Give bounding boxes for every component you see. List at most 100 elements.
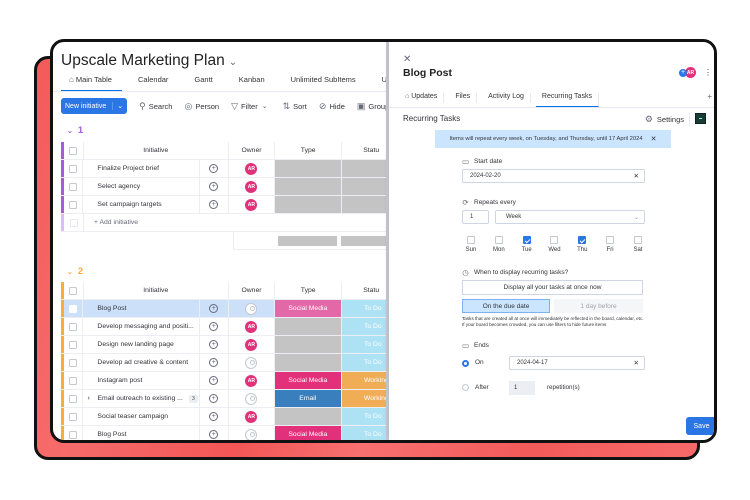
status-cell[interactable]: To Do: [341, 300, 389, 317]
column-header-status[interactable]: Statu: [342, 142, 389, 159]
tab-recurring-tasks[interactable]: Recurring Tasks: [535, 93, 599, 107]
settings-button[interactable]: ⚙ Settings: [645, 114, 684, 125]
person-filter-button[interactable]: ◎ Person: [184, 101, 219, 112]
select-all-checkbox[interactable]: [64, 282, 84, 299]
item-name[interactable]: Develop ad creative & content: [83, 354, 200, 371]
repeat-unit-select[interactable]: Week ⌄: [495, 210, 645, 224]
end-date-input[interactable]: 2024-04-17 ✕: [509, 356, 645, 370]
checkbox[interactable]: [69, 430, 78, 439]
row-checkbox[interactable]: [64, 196, 84, 213]
owner-cell[interactable]: AR: [229, 408, 275, 425]
display-all-option[interactable]: Display all your tasks at once now: [462, 280, 643, 295]
column-header-owner[interactable]: Owner: [229, 142, 275, 159]
column-header-type[interactable]: Type: [275, 282, 343, 299]
column-header-initiative[interactable]: Initiative: [84, 142, 230, 159]
checkbox[interactable]: [69, 376, 78, 385]
owner-cell[interactable]: [229, 300, 275, 317]
tab-activity-log[interactable]: Activity Log: [482, 93, 531, 103]
subscribers[interactable]: + AR: [679, 67, 696, 78]
checkbox[interactable]: [69, 164, 78, 173]
item-name[interactable]: › Email outreach to existing ... 3: [83, 390, 200, 407]
day-before-option[interactable]: 1 day before: [554, 299, 643, 313]
table-row[interactable]: Blog Post + Social Media To Do: [61, 300, 389, 318]
checkbox[interactable]: [69, 394, 78, 403]
status-cell[interactable]: To Do: [341, 318, 389, 335]
updates-cell[interactable]: +: [200, 318, 229, 335]
row-checkbox[interactable]: [64, 354, 84, 371]
chevron-down-icon[interactable]: ⌄: [67, 269, 73, 276]
checkbox[interactable]: [69, 340, 78, 349]
weekday-sat[interactable]: Sat: [629, 236, 647, 253]
updates-cell[interactable]: +: [200, 390, 229, 407]
row-checkbox[interactable]: [64, 178, 84, 195]
add-update-icon[interactable]: +: [209, 376, 219, 385]
add-update-icon[interactable]: +: [209, 340, 219, 349]
add-initiative-input[interactable]: + Add initiative: [84, 214, 389, 231]
item-name[interactable]: Develop messaging and positi...: [83, 318, 200, 335]
owner-cell[interactable]: AR: [229, 318, 275, 335]
item-name[interactable]: Social teaser campaign: [83, 408, 200, 425]
row-checkbox[interactable]: [64, 372, 84, 389]
owner-cell[interactable]: AR: [229, 178, 275, 195]
start-date-input[interactable]: 2024-02-20 ✕: [462, 169, 645, 183]
on-due-date-option[interactable]: On the due date: [462, 299, 550, 313]
weekday-thu[interactable]: Thu: [573, 236, 591, 253]
checkbox[interactable]: [69, 304, 78, 313]
weekday-checkbox[interactable]: [467, 236, 475, 244]
table-row[interactable]: Develop messaging and positi... + AR To Do: [61, 318, 389, 336]
add-update-icon[interactable]: +: [209, 304, 219, 313]
type-cell[interactable]: [274, 336, 342, 353]
row-checkbox[interactable]: [64, 318, 84, 335]
add-update-icon[interactable]: +: [209, 430, 219, 439]
table-row[interactable]: Instagram post + AR Social Media Working: [61, 372, 389, 390]
clear-icon[interactable]: ✕: [634, 359, 639, 367]
type-cell[interactable]: [274, 196, 342, 213]
type-cell[interactable]: Social Media: [274, 300, 342, 317]
add-subscriber-icon[interactable]: +: [679, 68, 687, 77]
board-title[interactable]: Upscale Marketing Plan ⌄: [61, 52, 237, 70]
item-name[interactable]: Blog Post: [83, 426, 200, 440]
table-row[interactable]: Design new landing page + AR To Do: [61, 336, 389, 354]
checkbox[interactable]: [69, 286, 78, 295]
row-checkbox[interactable]: [64, 300, 84, 317]
ends-on-radio[interactable]: [462, 360, 469, 367]
close-icon[interactable]: ✕: [403, 54, 411, 65]
save-button[interactable]: Save: [686, 417, 714, 435]
status-cell[interactable]: [341, 178, 389, 195]
type-cell[interactable]: [274, 318, 342, 335]
weekday-checkbox[interactable]: [633, 236, 642, 244]
expand-subitems-icon[interactable]: ›: [87, 395, 97, 402]
new-initiative-button[interactable]: New initiative ⌄: [61, 98, 128, 114]
add-update-icon[interactable]: +: [209, 322, 219, 331]
row-checkbox[interactable]: [64, 408, 84, 425]
type-cell[interactable]: [274, 160, 342, 177]
weekday-checkbox[interactable]: [550, 236, 559, 244]
filter-button[interactable]: ▽ Filter ⌄: [231, 101, 270, 112]
updates-cell[interactable]: +: [200, 336, 229, 353]
updates-cell[interactable]: +: [200, 178, 229, 195]
owner-cell[interactable]: AR: [229, 336, 275, 353]
add-update-icon[interactable]: +: [209, 200, 219, 209]
column-header-status[interactable]: Statu: [342, 282, 389, 299]
add-update-icon[interactable]: +: [209, 182, 219, 191]
owner-cell[interactable]: [229, 390, 275, 407]
type-cell[interactable]: [274, 178, 342, 195]
tab-files[interactable]: Files: [449, 93, 478, 103]
owner-cell[interactable]: AR: [229, 196, 275, 213]
row-checkbox[interactable]: [64, 426, 84, 440]
table-row[interactable]: Finalize Project brief + AR: [61, 160, 389, 178]
updates-cell[interactable]: +: [200, 354, 229, 371]
table-row[interactable]: Set campaign targets + AR: [61, 196, 389, 214]
row-checkbox[interactable]: [64, 336, 84, 353]
checkbox[interactable]: [69, 358, 78, 367]
status-cell[interactable]: To Do: [341, 354, 389, 371]
checkbox[interactable]: [69, 146, 78, 155]
clear-icon[interactable]: ✕: [634, 172, 639, 180]
chevron-down-icon[interactable]: ⌄: [67, 128, 73, 135]
status-cell[interactable]: [341, 196, 389, 213]
view-tab-unlimited-subitems[interactable]: Unlimited SubItems: [291, 75, 356, 91]
tab-updates[interactable]: ⌂ Updates: [403, 93, 445, 103]
weekday-fri[interactable]: Fri: [601, 236, 619, 253]
add-tab-icon[interactable]: +: [707, 92, 712, 101]
row-checkbox[interactable]: [64, 160, 84, 177]
